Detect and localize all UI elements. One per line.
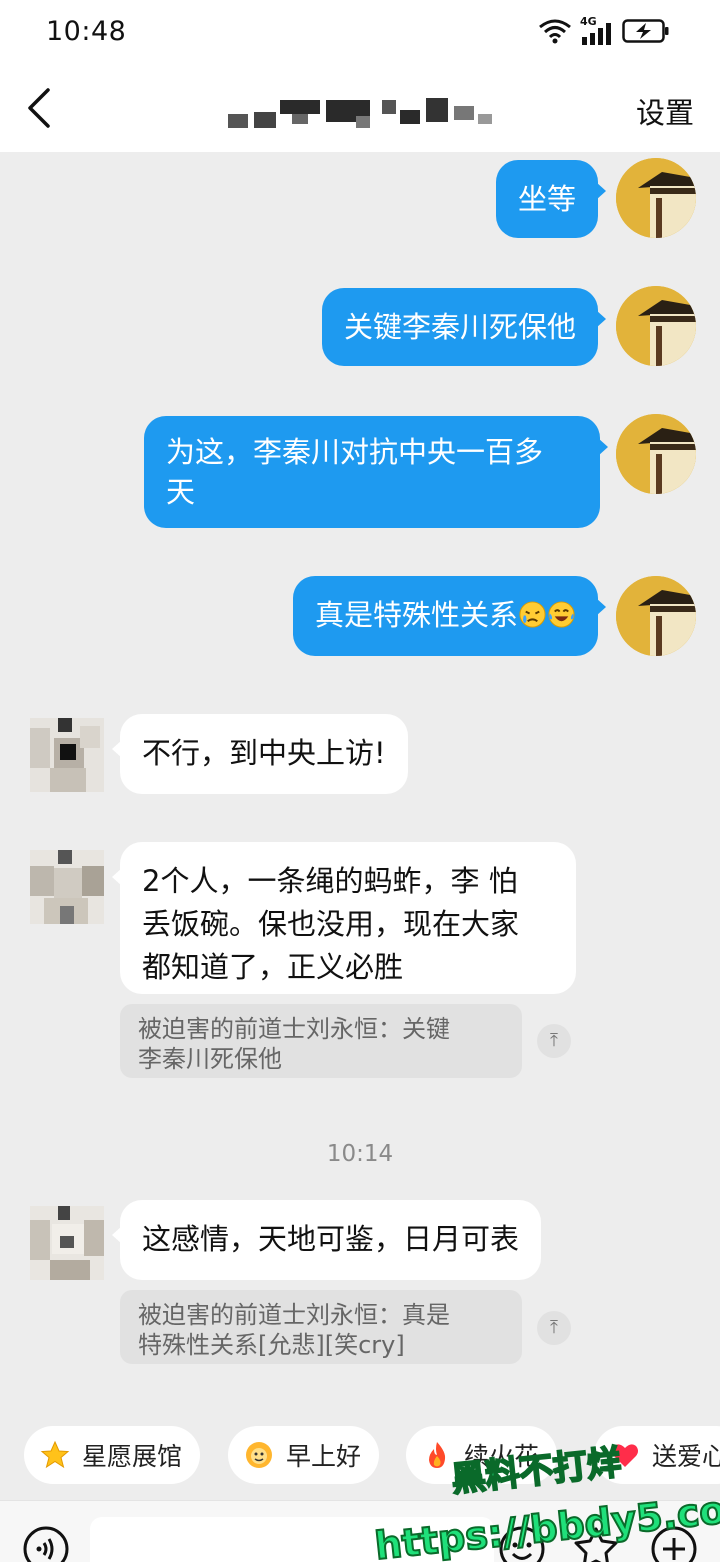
contact-avatar[interactable] [30,850,104,924]
message-line: 2个人，一条绳的蚂蚱，李 怕 [142,864,518,898]
quote-line: 李秦川死保他 [138,1045,282,1073]
outgoing-message-bubble[interactable]: 关键李秦川死保他 [321,288,607,366]
avatar-image [616,414,696,494]
chevron-left-icon[interactable] [22,86,58,130]
chip-label: 送爱心 [652,1442,720,1471]
jump-to-quote-icon[interactable]: ⤒ [537,1024,571,1058]
message-line: 都知道了，正义必胜 [142,950,404,984]
jump-to-quote-icon[interactable]: ⤒ [537,1311,571,1345]
flame-icon [429,1442,446,1468]
self-avatar[interactable] [616,414,696,494]
laughing-tears-emoji [548,601,575,628]
avatar-image [616,576,696,656]
chip-continue-spark[interactable]: 续火花 [406,1426,558,1484]
message-line: 为这，李秦川对抗中央一百多 [166,435,544,469]
quote-line: 被迫害的前道士刘永恒：真是 [138,1301,450,1329]
incoming-message-bubble[interactable]: 2个人，一条绳的蚂蚱，李 怕 丢饭碗。保也没用，现在大家 都知道了，正义必胜 [112,842,576,994]
settings-button[interactable]: 设置 [636,90,694,132]
cell-signal-icon: 4G [580,15,614,45]
chip-label: 早上好 [286,1442,362,1471]
message-text: 坐等 [517,182,576,216]
pixelated-avatar-image [30,1206,104,1280]
voice-icon[interactable] [22,1525,70,1562]
status-time: 10:48 [46,16,127,47]
self-avatar[interactable] [616,158,696,238]
emoji-icon[interactable] [498,1525,546,1562]
chat-timestamp: 10:14 [326,1141,394,1167]
outgoing-message-bubble[interactable]: 坐等 [495,160,607,238]
message-line: 天 [166,475,196,509]
chip-send-love[interactable]: 送爱心 [594,1426,720,1484]
pixelated-avatar-image [30,718,104,792]
quote-line: 特殊性关系[允悲][笑cry] [138,1331,405,1359]
chip-label: 续火花 [464,1442,540,1471]
quoted-reply[interactable]: 被迫害的前道士刘永恒：真是 特殊性关系[允悲][笑cry] [120,1290,522,1364]
plus-icon[interactable] [650,1525,698,1562]
pixelated-avatar-image [30,850,104,924]
contact-avatar[interactable] [30,718,104,792]
chat-header: 设置 [0,66,720,152]
quick-reply-chips: 星愿展馆 早上好 续火花 送爱心 [0,1426,720,1484]
self-avatar[interactable] [616,286,696,366]
contact-avatar[interactable] [30,1206,104,1280]
sticker-icon[interactable] [572,1525,620,1562]
incoming-message-bubble[interactable]: 不行，到中央上访! [112,714,408,794]
quote-line: 被迫害的前道士刘永恒：关键 [138,1015,450,1043]
outgoing-message-bubble[interactable]: 真是特殊性关系 [292,576,607,656]
pixelated-contact-name [226,92,496,132]
message-text: 这感情，天地可鉴，日月可表 [142,1222,520,1256]
status-bar: 10:48 4G [0,0,720,66]
message-input[interactable] [90,1517,494,1562]
heart-icon [612,1444,638,1467]
input-bar [0,1500,720,1562]
message-text: 真是特殊性关系 [314,598,518,632]
wifi-icon [539,19,571,44]
crying-face-emoji [519,601,546,628]
message-line: 丢饭碗。保也没用，现在大家 [142,907,520,941]
chat-screen: 10:48 4G 设置 坐等 关键李秦川死保他 为这，李秦川对抗中央一百多 天 … [0,0,720,1562]
chip-good-morning[interactable]: 早上好 [228,1426,380,1484]
status-icons: 4G [538,15,670,45]
chip-star-gallery[interactable]: 星愿展馆 [24,1426,201,1484]
avatar-image [616,286,696,366]
message-text: 不行，到中央上访! [142,736,386,770]
quoted-reply[interactable]: 被迫害的前道士刘永恒：关键 李秦川死保他 [120,1004,522,1078]
battery-charging-icon [622,19,669,43]
incoming-message-bubble[interactable]: 这感情，天地可鉴，日月可表 [111,1200,542,1280]
message-text: 关键李秦川死保他 [343,310,576,344]
sunflower-icon [246,1442,272,1468]
star-icon [40,1440,70,1469]
outgoing-message-bubble[interactable]: 为这，李秦川对抗中央一百多 天 [144,416,608,528]
self-avatar[interactable] [616,576,696,656]
chip-label: 星愿展馆 [82,1442,183,1471]
avatar-image [616,158,696,238]
